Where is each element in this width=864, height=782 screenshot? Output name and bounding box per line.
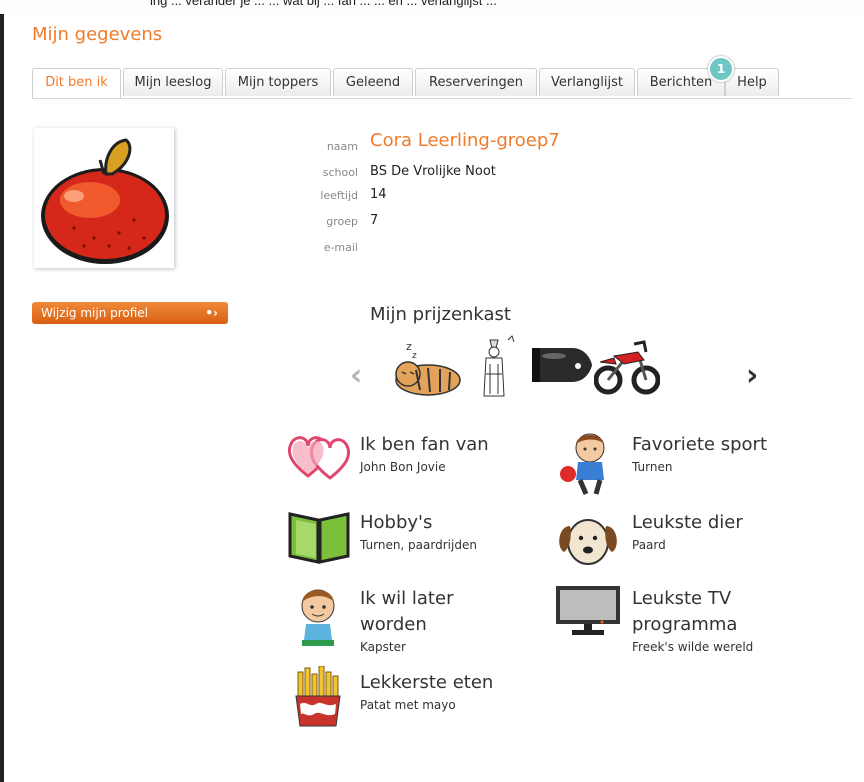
tab-reserveringen[interactable]: Reserveringen bbox=[415, 68, 537, 96]
fav-sport-title: Favoriete sport bbox=[632, 434, 767, 455]
chevron-left-icon[interactable]: ‹ bbox=[350, 358, 362, 393]
svg-text:z: z bbox=[412, 351, 417, 361]
school-label: school bbox=[322, 166, 358, 179]
age-label: leeftijd bbox=[320, 189, 358, 202]
boy-icon bbox=[301, 589, 335, 646]
sleeping-tiger-icon: z z bbox=[395, 340, 461, 396]
apple-icon bbox=[41, 138, 169, 264]
motorbike-icon bbox=[594, 340, 660, 395]
fav-hobby-value: Turnen, paardrijden bbox=[360, 538, 477, 552]
messages-badge: 1 bbox=[708, 56, 734, 82]
tab-dit-ben-ik[interactable]: Dit ben ik bbox=[32, 68, 121, 98]
tab-mijn-leeslog[interactable]: Mijn leeslog bbox=[123, 68, 223, 96]
tab-verlanglijst[interactable]: Verlanglijst bbox=[539, 68, 635, 96]
tv-icon bbox=[556, 586, 620, 635]
prize-cabinet-title: Mijn prijzenkast bbox=[370, 304, 511, 325]
fav-sport-value: Turnen bbox=[632, 460, 673, 474]
age-value: 14 bbox=[370, 187, 387, 202]
email-label: e-mail bbox=[323, 241, 358, 254]
fav-food-value: Patat met mayo bbox=[360, 698, 456, 712]
fav-tv-title: Leukste TV programma bbox=[632, 588, 738, 635]
fav-career-value: Kapster bbox=[360, 640, 406, 654]
dog-icon bbox=[559, 519, 617, 565]
profile-panel: Mijn gegevens Dit ben ik Mijn leeslog Mi… bbox=[4, 16, 864, 782]
fav-tv-value: Freek's wilde wereld bbox=[632, 640, 754, 654]
app-window: ing ... verander je ... ... wat bij ... … bbox=[0, 0, 864, 782]
edit-profile-button[interactable]: Wijzig mijn profiel •› bbox=[32, 302, 228, 324]
fav-career-title: Ik wil later worden bbox=[360, 588, 454, 635]
tab-bar: Dit ben ik Mijn leeslog Mijn toppers Gel… bbox=[32, 56, 852, 99]
chevron-right-icon[interactable]: › bbox=[746, 358, 758, 393]
page-title: Mijn gegevens bbox=[32, 24, 163, 45]
fries-icon bbox=[295, 666, 341, 727]
pharaoh-icon bbox=[483, 335, 515, 397]
fav-fan-title: Ik ben fan van bbox=[360, 434, 489, 455]
tab-geleend[interactable]: Geleend bbox=[333, 68, 413, 96]
tab-mijn-toppers[interactable]: Mijn toppers bbox=[225, 68, 331, 96]
name-value: Cora Leerling-groep7 bbox=[370, 130, 560, 151]
caption-text: ing ... verander je ... ... wat bij ... … bbox=[150, 0, 497, 8]
avatar bbox=[34, 128, 174, 268]
fav-food-title: Lekkerste eten bbox=[360, 672, 494, 693]
fav-fan-value: John Bon Jovie bbox=[360, 460, 446, 474]
arrow-right-icon: •› bbox=[205, 306, 218, 320]
bullet-icon bbox=[532, 348, 592, 382]
name-label: naam bbox=[326, 140, 358, 153]
fav-hobby-title: Hobby's bbox=[360, 512, 433, 533]
boy-ball-icon bbox=[560, 433, 605, 495]
book-icon bbox=[288, 512, 350, 564]
group-label: groep bbox=[326, 215, 358, 228]
hearts-icon bbox=[287, 436, 351, 480]
edit-profile-label: Wijzig mijn profiel bbox=[41, 306, 149, 320]
group-value: 7 bbox=[370, 213, 379, 228]
fav-animal-title: Leukste dier bbox=[632, 512, 743, 533]
school-value: BS De Vrolijke Noot bbox=[370, 164, 496, 179]
fav-animal-value: Paard bbox=[632, 538, 666, 552]
